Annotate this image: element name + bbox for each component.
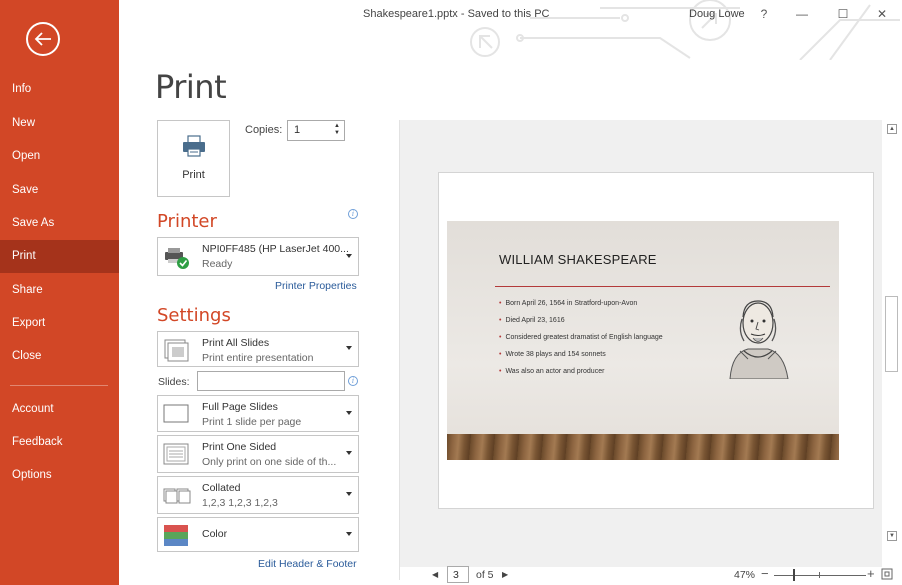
back-button[interactable]: [26, 22, 60, 56]
maximize-button[interactable]: ☐: [828, 3, 858, 25]
slide-title: WILLIAM SHAKESPEARE: [499, 252, 657, 267]
close-button[interactable]: ✕: [867, 3, 897, 25]
copies-input[interactable]: 1 ▲ ▼: [287, 120, 345, 141]
color-main: Color: [202, 528, 228, 540]
slide-title-rule: [495, 286, 830, 287]
list-item: Died April 23, 1616: [499, 312, 663, 329]
list-item: Born April 26, 1564 in Stratford-upon-Av…: [499, 295, 663, 312]
sidebar-divider: [10, 385, 108, 386]
printer-dropdown[interactable]: NPI0FF485 (HP LaserJet 400... Ready: [157, 237, 359, 276]
slide-wood-floor: [447, 434, 839, 460]
full-page-slide-icon: [163, 404, 189, 423]
chevron-down-icon: [346, 531, 352, 536]
sidebar-item-save-as[interactable]: Save As: [0, 207, 119, 240]
next-page-icon[interactable]: ▶: [502, 570, 508, 579]
list-item: Considered greatest dramatist of English…: [499, 329, 662, 346]
settings-heading: Settings: [157, 305, 231, 326]
back-arrow-icon: [34, 32, 51, 46]
printer-status: Ready: [202, 258, 233, 270]
sidebar-item-export[interactable]: Export: [0, 307, 119, 340]
preview-slide: WILLIAM SHAKESPEARE Born April 26, 1564 …: [447, 221, 839, 460]
sidebar-item-account[interactable]: Account: [0, 393, 119, 426]
shakespeare-portrait-image: [729, 300, 789, 379]
sidebar-item-feedback[interactable]: Feedback: [0, 426, 119, 459]
print-button-label: Print: [182, 169, 205, 181]
scroll-up-button[interactable]: ▲: [887, 124, 897, 134]
slide-bullets: Born April 26, 1564 in Stratford-upon-Av…: [499, 295, 663, 380]
sidebar-item-open[interactable]: Open: [0, 140, 119, 173]
sides-dropdown[interactable]: Print One Sided Only print on one side o…: [157, 435, 359, 473]
layout-main: Full Page Slides: [202, 401, 278, 413]
one-sided-icon: [163, 443, 189, 465]
copies-value: 1: [294, 124, 301, 136]
layout-sub: Print 1 slide per page: [202, 416, 302, 428]
sidebar-item-new[interactable]: New: [0, 107, 119, 140]
scroll-down-button[interactable]: ▼: [887, 531, 897, 541]
slides-input[interactable]: [197, 371, 345, 391]
zoom-slider[interactable]: [774, 575, 866, 576]
page-title: Print: [155, 68, 227, 106]
printer-icon: [183, 135, 205, 157]
sidebar-item-options[interactable]: Options: [0, 459, 119, 492]
collate-dropdown[interactable]: Collated 1,2,3 1,2,3 1,2,3: [157, 476, 359, 514]
edit-header-footer-link[interactable]: Edit Header & Footer: [258, 558, 357, 570]
current-page-input[interactable]: 3: [447, 566, 469, 583]
zoom-percent[interactable]: 47%: [734, 569, 755, 581]
sidebar-item-info[interactable]: Info: [0, 73, 119, 106]
printer-ready-icon: [165, 248, 189, 269]
window-title: Shakespeare1.pptx - Saved to this PC: [363, 8, 550, 20]
chevron-down-icon: [346, 253, 352, 258]
color-swatch-icon: [164, 525, 188, 546]
sidebar-item-save[interactable]: Save: [0, 174, 119, 207]
layout-dropdown[interactable]: Full Page Slides Print 1 slide per page: [157, 395, 359, 432]
list-item: Was also an actor and producer: [499, 363, 663, 380]
print-button[interactable]: Print: [157, 120, 230, 197]
chevron-down-icon: [346, 451, 352, 455]
slides-label: Slides:: [158, 376, 190, 388]
scrollbar-thumb[interactable]: [885, 296, 898, 372]
user-name[interactable]: Doug Lowe: [689, 8, 745, 20]
printer-name: NPI0FF485 (HP LaserJet 400...: [202, 243, 349, 255]
color-dropdown[interactable]: Color: [157, 517, 359, 552]
print-range-dropdown[interactable]: Print All Slides Print entire presentati…: [157, 331, 359, 367]
minimize-button[interactable]: —: [787, 3, 817, 25]
chevron-down-icon: [346, 410, 352, 415]
sides-main: Print One Sided: [202, 441, 277, 453]
backstage-sidebar: Info New Open Save Save As Print Share E…: [0, 0, 119, 585]
chevron-down-icon: [346, 492, 352, 496]
zoom-out-button[interactable]: −: [761, 566, 769, 581]
collate-main: Collated: [202, 482, 241, 494]
list-item: Wrote 38 plays and 154 sonnets: [499, 346, 663, 363]
printer-info-icon[interactable]: i: [348, 209, 358, 219]
printer-heading: Printer: [157, 211, 217, 232]
sidebar-item-close[interactable]: Close: [0, 340, 119, 373]
help-button[interactable]: ?: [749, 3, 779, 25]
previous-page-icon[interactable]: ◀: [432, 570, 438, 579]
zoom-center-mark: [819, 572, 820, 578]
sides-sub: Only print on one side of th...: [202, 456, 337, 468]
printer-properties-link[interactable]: Printer Properties: [275, 280, 357, 292]
slides-info-icon[interactable]: i: [348, 376, 358, 386]
zoom-slider-thumb[interactable]: [793, 569, 795, 581]
copies-spinner[interactable]: ▲ ▼: [332, 123, 342, 137]
sidebar-item-print[interactable]: Print: [0, 240, 119, 273]
print-range-main: Print All Slides: [202, 337, 270, 349]
sidebar-item-share[interactable]: Share: [0, 274, 119, 307]
copies-label: Copies:: [245, 124, 283, 136]
print-range-sub: Print entire presentation: [202, 352, 314, 364]
zoom-in-button[interactable]: +: [867, 566, 875, 581]
page-count: of 5: [476, 569, 494, 581]
zoom-to-page-icon[interactable]: [881, 568, 893, 580]
chevron-down-icon: [346, 346, 352, 350]
collate-sub: 1,2,3 1,2,3 1,2,3: [202, 497, 278, 509]
slides-stack-icon: [164, 339, 189, 362]
collated-icon: [163, 488, 191, 504]
